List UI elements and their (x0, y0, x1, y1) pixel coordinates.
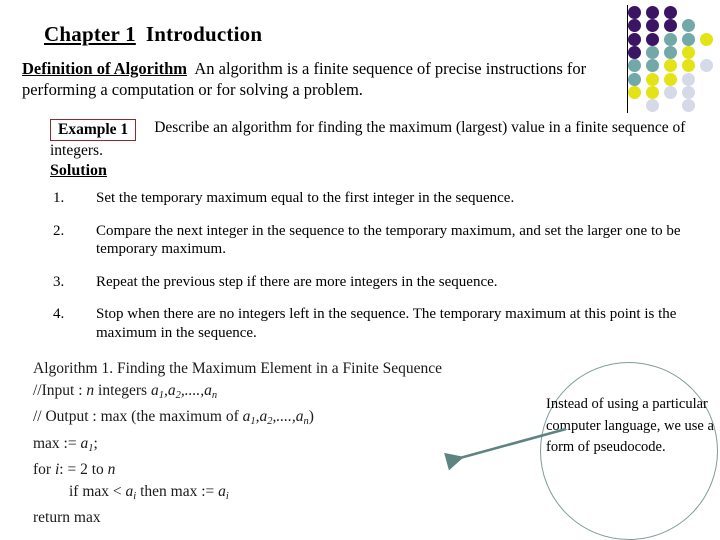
callout-arrow-icon (444, 427, 567, 470)
definition-paragraph: Definition of Algorithm An algorithm is … (22, 58, 622, 100)
input-sequence: a1,a2,....,an (150, 381, 218, 401)
input-n: n (86, 381, 95, 399)
step-text: Stop when there are no integers left in … (96, 306, 677, 341)
pseudocode-block: Algorithm 1. Finding the Maximum Element… (33, 358, 503, 529)
decor-dot (646, 45, 659, 59)
solution-label: Solution (50, 162, 107, 179)
pseudocode-for-line: for i: = 2 to n (33, 461, 116, 478)
pseudocode-input-line: //Input : n integers a1,a2,....,an (33, 380, 503, 407)
step-text: Set the temporary maximum equal to the f… (96, 190, 515, 206)
decor-dot (628, 72, 641, 86)
decor-dot (682, 32, 695, 46)
definition-lead: Definition of Algorithm (22, 59, 187, 78)
chapter-label: Chapter 1 (44, 22, 136, 46)
example-badge: Example 1 (50, 119, 137, 141)
decorative-dot-grid (628, 6, 720, 114)
decor-dot (646, 32, 659, 46)
step-text: Compare the next integer in the sequence… (96, 222, 681, 258)
decor-dot (682, 19, 695, 33)
decor-dot (682, 85, 695, 99)
decor-dot (646, 19, 659, 33)
output-prefix: // Output : max (the maximum of (33, 408, 243, 425)
step-number: 3. (53, 273, 65, 290)
solution-steps: 1. Set the temporary maximum equal to th… (50, 189, 690, 356)
pseudocode-output-line: // Output : max (the maximum of a1,a2,..… (33, 406, 503, 433)
step-number: 2. (53, 222, 65, 239)
decor-dot (646, 72, 659, 86)
pseudocode-return-line: return max (33, 509, 101, 526)
output-suffix: ) (308, 408, 314, 425)
chapter-name: Introduction (145, 22, 263, 46)
step-text: Repeat the previous step if there are mo… (96, 273, 498, 290)
decor-dot (682, 59, 695, 73)
decor-dot (628, 59, 641, 73)
decor-dot (664, 59, 677, 73)
input-mid: integers (94, 381, 151, 399)
callout-text: Instead of using a particular computer l… (546, 396, 714, 455)
pseudocode-if-line: if max < ai then max := ai (69, 482, 229, 502)
decor-dot (664, 45, 677, 59)
step-number: 4. (53, 306, 65, 322)
example-block: Example 1 Describe an algorithm for findi… (50, 118, 700, 180)
decor-dot (700, 32, 713, 46)
decor-dot (664, 19, 677, 33)
decor-dot (646, 99, 659, 113)
decor-dot (682, 45, 695, 59)
decor-dot (628, 32, 641, 46)
decor-dot (628, 6, 641, 19)
pseudocode-assign-line: max := a1; (33, 434, 98, 454)
slide-canvas: Chapter 1 Introduction Definition of Algo… (0, 0, 720, 540)
page-title: Chapter 1 Introduction (44, 22, 262, 47)
list-item: 2. Compare the next integer in the seque… (50, 222, 690, 259)
decor-dot (628, 45, 641, 59)
example-prompt: Describe an algorithm for finding the ma… (50, 119, 686, 159)
decor-dot (664, 85, 677, 99)
decor-dot (682, 99, 695, 113)
input-prefix: //Input : (33, 381, 87, 399)
decor-dot (682, 72, 695, 86)
decor-dot (646, 85, 659, 99)
list-item: 1. Set the temporary maximum equal to th… (50, 189, 690, 208)
decor-dot (646, 6, 659, 19)
decor-dot (664, 72, 677, 86)
decor-dot (628, 85, 641, 99)
decor-dot (646, 59, 659, 73)
list-item: 3. Repeat the previous step if there are… (50, 273, 690, 292)
decor-dot (700, 59, 713, 73)
output-sequence: a1,a2,....,an (242, 408, 309, 427)
decor-dot (628, 19, 641, 33)
step-number: 1. (53, 190, 65, 206)
list-item: 4. Stop when there are no integers left … (50, 305, 690, 342)
decor-dot (664, 32, 677, 46)
pseudocode-heading: Algorithm 1. Finding the Maximum Element… (33, 360, 442, 377)
decor-dot (664, 6, 677, 19)
